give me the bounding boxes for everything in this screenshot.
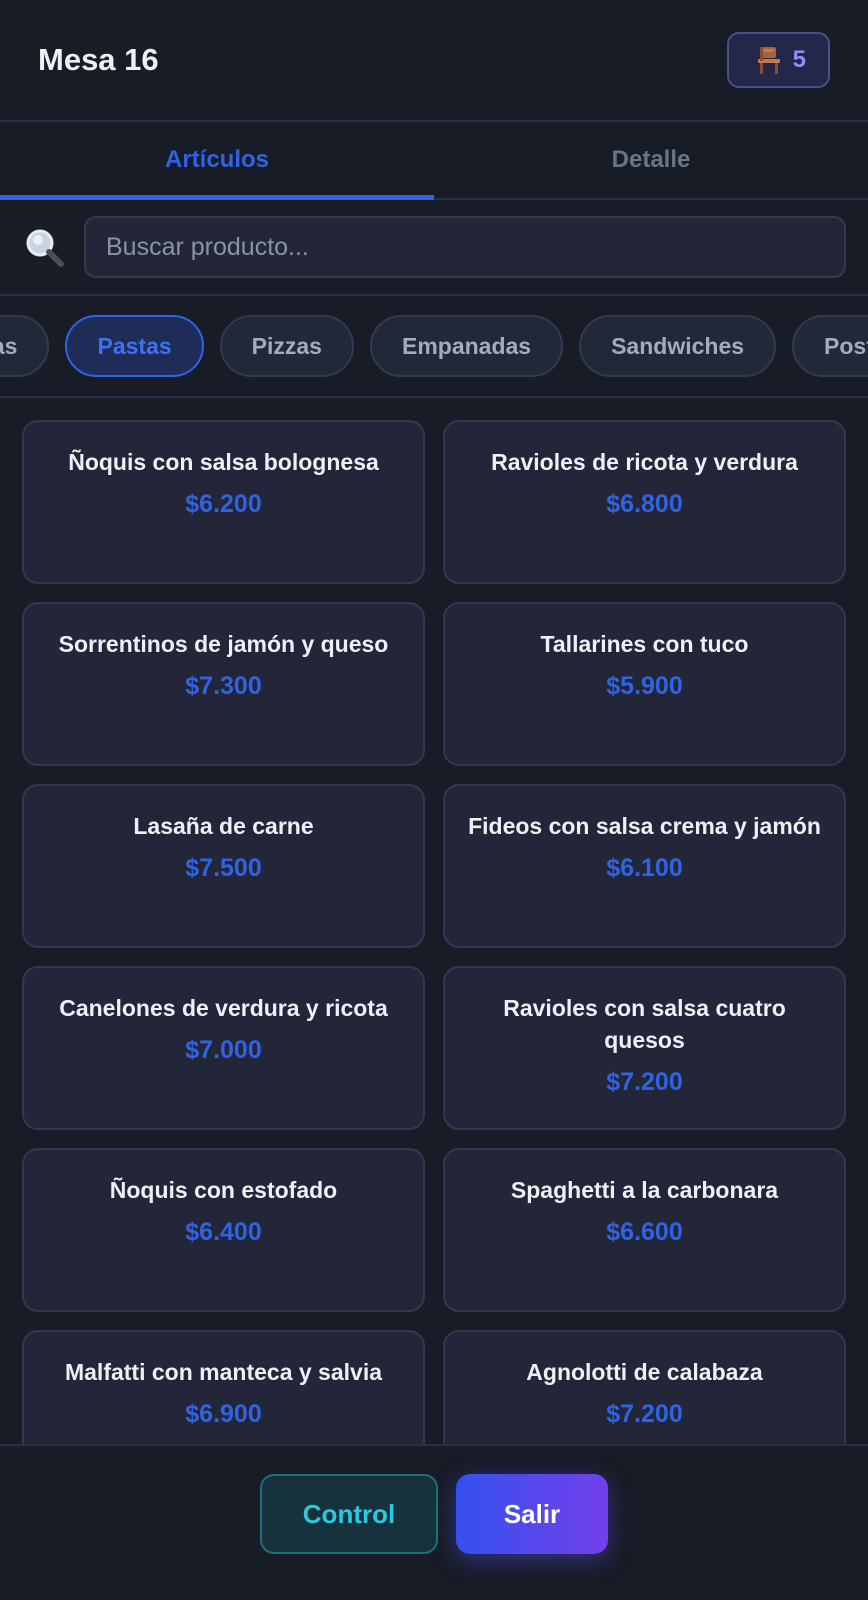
product-price: $6.800 — [606, 490, 683, 518]
product-price: $7.000 — [185, 1036, 262, 1064]
app-root: Mesa 16 5 Artículos Detalle Bebidas — [0, 0, 868, 1600]
product-price: $6.100 — [606, 854, 683, 882]
product-card[interactable]: Canelones de verdura y ricota $7.000 — [22, 966, 425, 1130]
product-name: Ravioles con salsa cuatro quesos — [503, 995, 786, 1053]
product-card[interactable]: Sorrentinos de jamón y queso $7.300 — [22, 602, 425, 766]
product-name: Ñoquis con estofado — [109, 1177, 338, 1203]
product-price: $7.200 — [606, 1068, 683, 1096]
product-name: Agnolotti de calabaza — [526, 1359, 763, 1385]
category-chip-empanadas[interactable]: Empanadas — [369, 315, 564, 377]
search-bar — [0, 200, 868, 296]
product-price: $6.200 — [185, 490, 262, 518]
product-price: $7.200 — [606, 1400, 683, 1428]
product-card[interactable]: Ravioles con salsa cuatro quesos $7.200 — [443, 966, 846, 1130]
search-input[interactable] — [84, 216, 846, 278]
product-name: Ravioles de ricota y verdura — [491, 449, 798, 475]
product-name: Fideos con salsa crema y jamón — [468, 813, 821, 839]
tab-articulos[interactable]: Artículos — [0, 122, 434, 200]
footer-actions: Control Salir — [0, 1444, 868, 1600]
product-name: Sorrentinos de jamón y queso — [58, 631, 389, 657]
product-card[interactable]: Ravioles de ricota y verdura $6.800 — [443, 420, 846, 584]
chair-icon — [757, 47, 780, 74]
control-button[interactable]: Control — [260, 1474, 438, 1554]
category-chip-bebidas[interactable]: Bebidas — [0, 315, 50, 377]
product-name: Tallarines con tuco — [540, 631, 749, 657]
product-card[interactable]: Agnolotti de calabaza $7.200 — [443, 1330, 846, 1444]
product-grid-area: Ñoquis con salsa bolognesa $6.200 Raviol… — [0, 398, 868, 1444]
category-chip-pastas[interactable]: Pastas — [65, 315, 204, 377]
product-price: $6.900 — [185, 1400, 262, 1428]
product-name: Canelones de verdura y ricota — [59, 995, 388, 1021]
exit-button[interactable]: Salir — [456, 1474, 608, 1554]
category-chip-sandwiches[interactable]: Sandwiches — [579, 315, 777, 377]
product-card[interactable]: Lasaña de carne $7.500 — [22, 784, 425, 948]
product-price: $7.500 — [185, 854, 262, 882]
tab-detalle[interactable]: Detalle — [434, 122, 868, 198]
product-name: Lasaña de carne — [133, 813, 314, 839]
product-card[interactable]: Tallarines con tuco $5.900 — [443, 602, 846, 766]
category-track: Bebidas Pastas Pizzas Empanadas Sandwich… — [0, 315, 868, 377]
product-card[interactable]: Ñoquis con salsa bolognesa $6.200 — [22, 420, 425, 584]
search-icon — [26, 229, 64, 267]
product-price: $6.600 — [606, 1218, 683, 1246]
product-grid: Ñoquis con salsa bolognesa $6.200 Raviol… — [22, 420, 846, 1444]
product-card[interactable]: Fideos con salsa crema y jamón $6.100 — [443, 784, 846, 948]
product-name: Ñoquis con salsa bolognesa — [68, 449, 379, 475]
product-price: $5.900 — [606, 672, 683, 700]
tab-bar: Artículos Detalle — [0, 122, 868, 200]
product-card[interactable]: Malfatti con manteca y salvia $6.900 — [22, 1330, 425, 1444]
seat-count: 5 — [792, 46, 806, 73]
product-price: $6.400 — [185, 1218, 262, 1246]
category-chip-pizzas[interactable]: Pizzas — [219, 315, 354, 377]
category-bar: Bebidas Pastas Pizzas Empanadas Sandwich… — [0, 296, 868, 398]
product-name: Spaghetti a la carbonara — [510, 1177, 779, 1203]
product-price: $7.300 — [185, 672, 262, 700]
header: Mesa 16 5 — [0, 0, 868, 122]
product-card[interactable]: Ñoquis con estofado $6.400 — [22, 1148, 425, 1312]
category-chip-postres[interactable]: Postres — [792, 315, 868, 377]
page-title: Mesa 16 — [38, 42, 159, 77]
product-card[interactable]: Spaghetti a la carbonara $6.600 — [443, 1148, 846, 1312]
seat-badge[interactable]: 5 — [726, 32, 830, 88]
product-name: Malfatti con manteca y salvia — [64, 1359, 382, 1385]
